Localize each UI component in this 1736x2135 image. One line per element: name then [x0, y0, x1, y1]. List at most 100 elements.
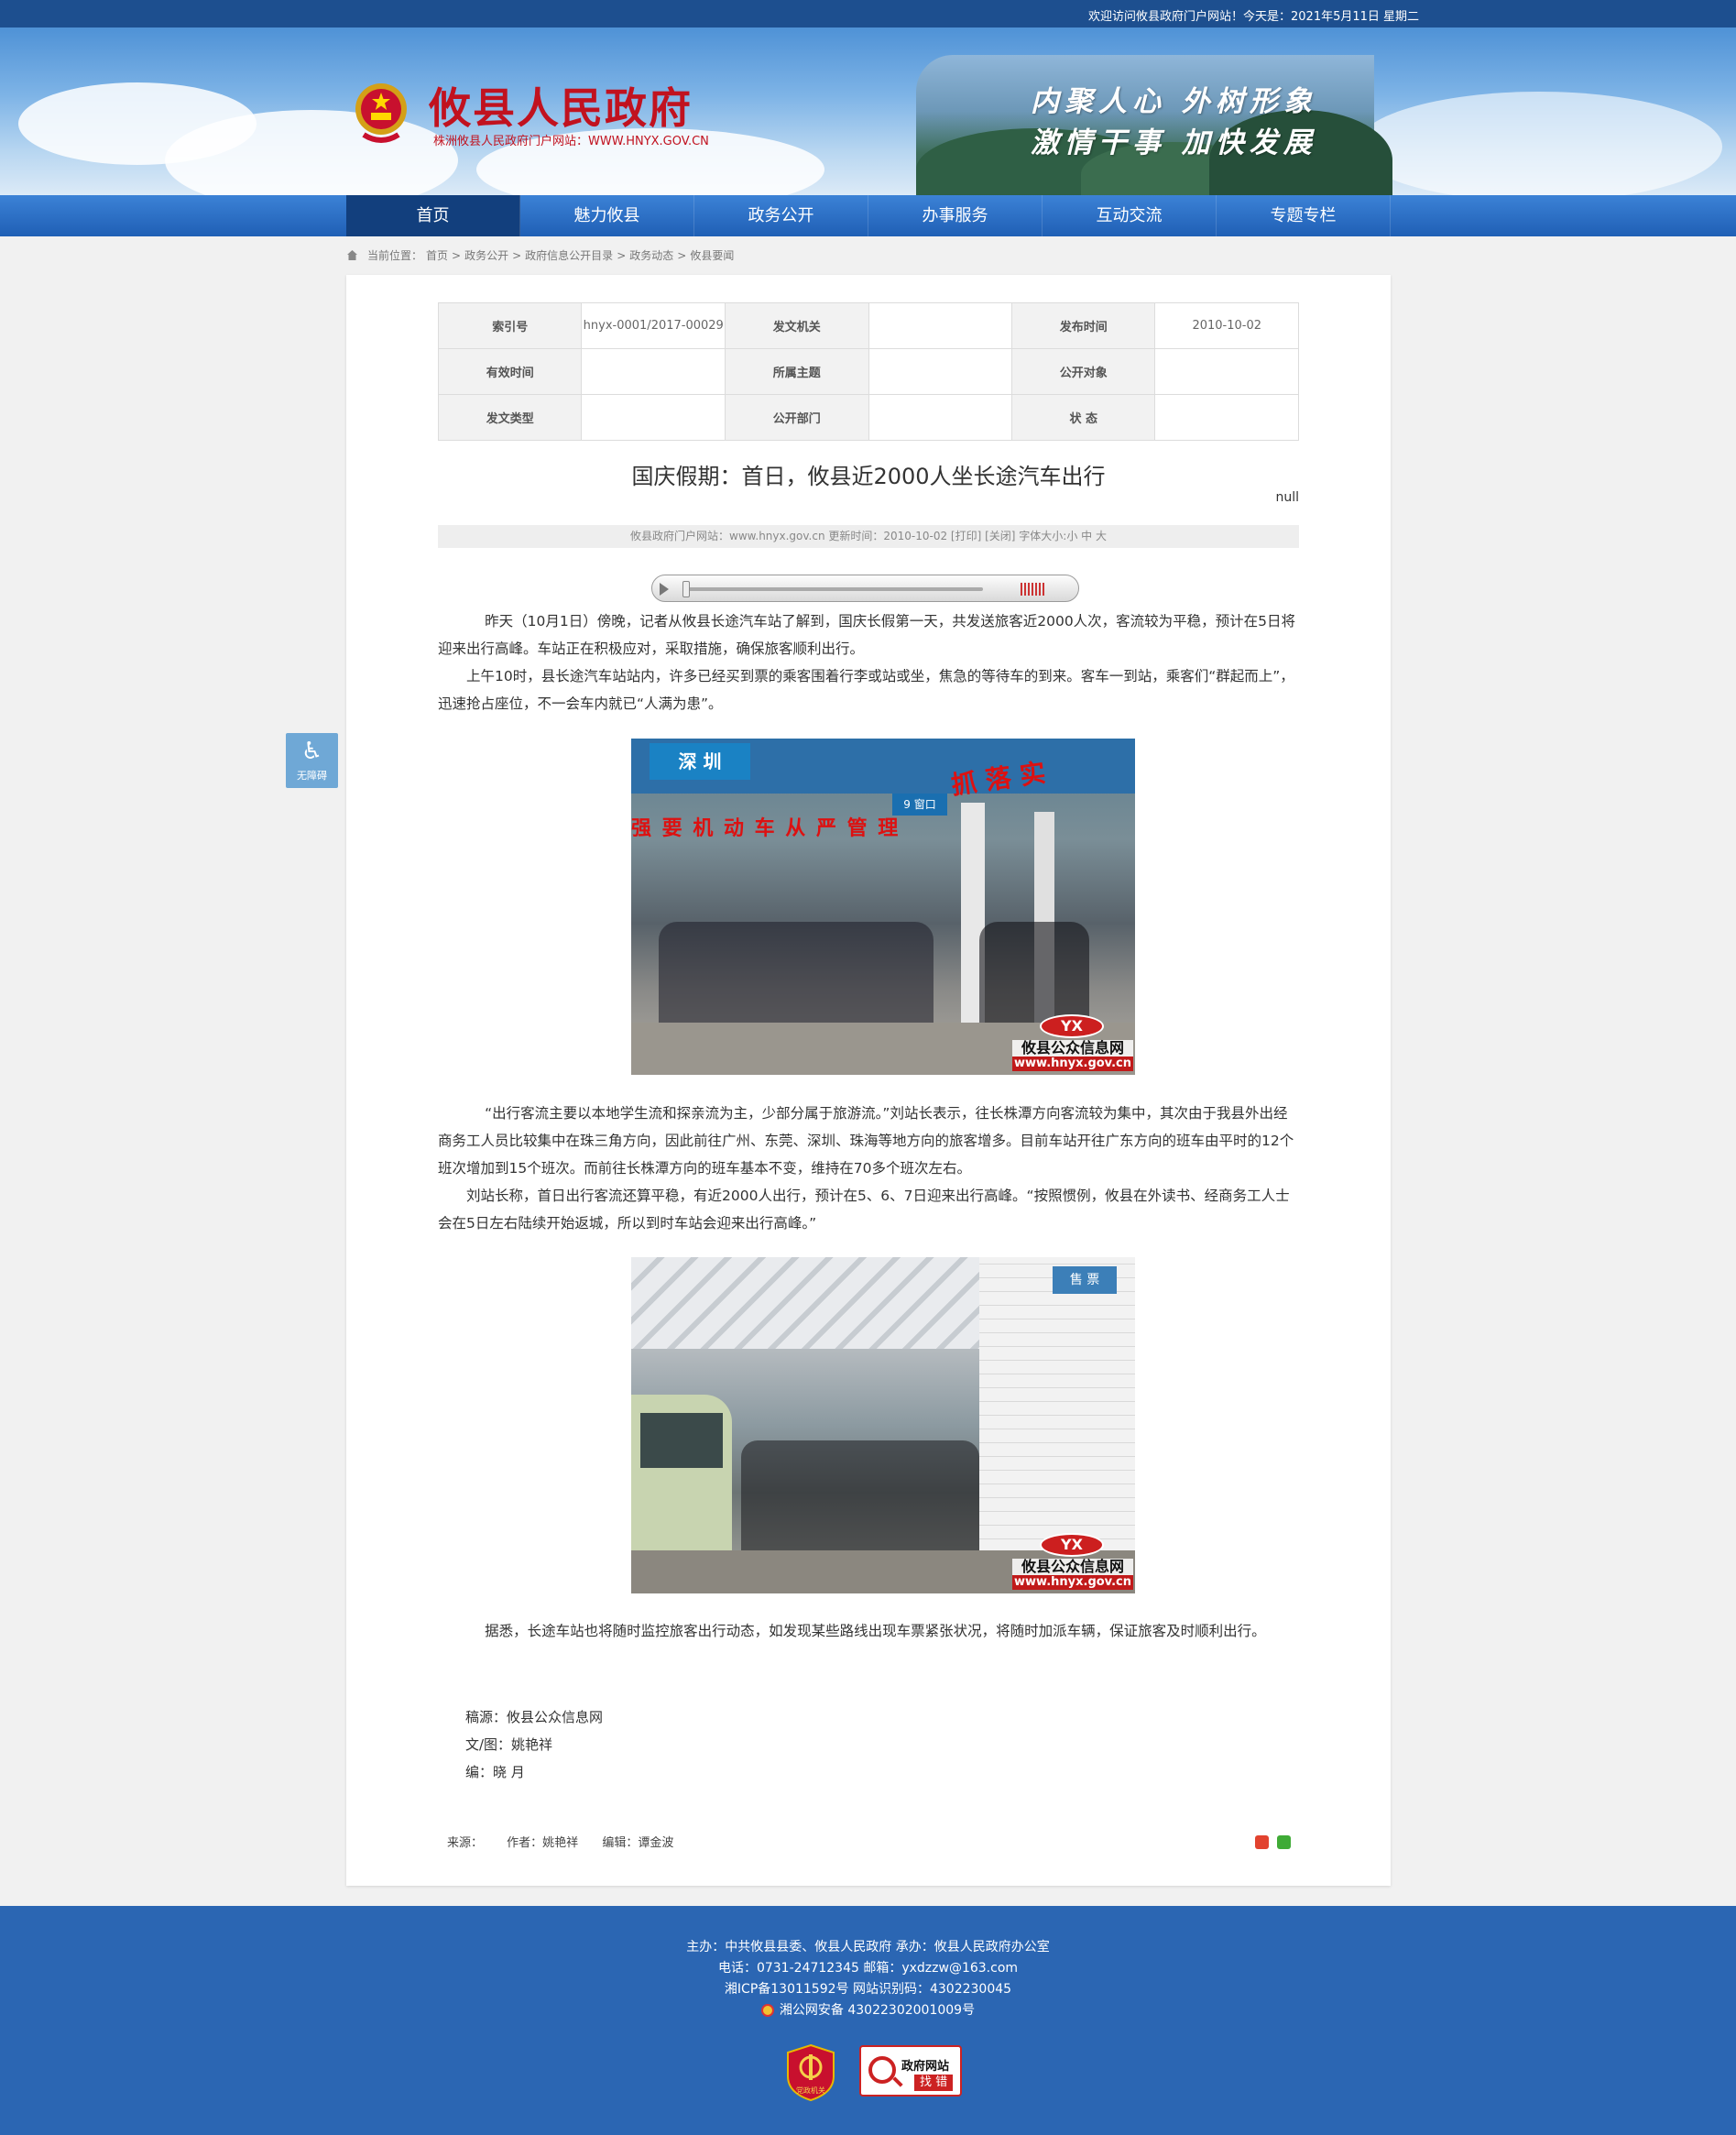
national-emblem-icon: [355, 83, 407, 143]
table-row: 发文类型 公开部门 状 态: [437, 394, 1299, 441]
watermark-name: 攸县公众信息网: [1012, 1040, 1133, 1057]
meta-value: [868, 348, 1012, 395]
destination-sign: 深 圳: [650, 743, 750, 780]
nav-item-interaction[interactable]: 互动交流: [1043, 195, 1217, 236]
article-photo: 深 圳 抓 落 实 强 要 机 动 车 从 严 管 理 9 窗口 YX 攸县公众…: [631, 739, 1135, 1075]
magnifier-icon: [868, 2056, 896, 2084]
meta-label: 索引号: [437, 302, 583, 349]
footer-icp[interactable]: 湘ICP备13011592号 网站识别码：4302230045: [0, 1979, 1736, 1998]
site-url: 株洲攸县人民政府门户网站：WWW.HNYX.GOV.CN: [433, 135, 709, 148]
article-info-bar[interactable]: 攸县政府门户网站：www.hnyx.gov.cn 更新时间：2010-10-02…: [438, 525, 1299, 548]
meta-label: 发文类型: [437, 394, 583, 441]
bus-window-shape: [640, 1413, 723, 1468]
meta-value: [868, 302, 1012, 349]
footer-contact: 电话：0731-24712345 邮箱：yxdzzw@163.com: [717, 1961, 1019, 1976]
article-subtitle: null: [1275, 490, 1299, 505]
party-agency-badge[interactable]: 党政机关: [786, 2043, 835, 2102]
nav-item-topics[interactable]: 专题专栏: [1217, 195, 1391, 236]
nav-item-charm[interactable]: 魅力攸县: [520, 195, 694, 236]
source-label: 来源：: [447, 1836, 484, 1850]
home-icon: [347, 250, 357, 260]
main-nav: 首页 魅力攸县 政务公开 办事服务 互动交流 专题专栏: [0, 195, 1736, 236]
wall-slogan: 强 要 机 动 车 从 严 管 理: [631, 817, 901, 840]
article-paragraph: 据悉，长途车站也将随时监控旅客出行动态，如发现某些路线出现车票紧张状况，将随时加…: [485, 1623, 1266, 1639]
police-record-text: 湘公网安备 43022302001009号: [779, 2003, 976, 2018]
article-paragraph: 上午10时，县长途汽车站站内，许多已经买到票的乘客围着行李或站或坐，焦急的等待车…: [438, 668, 1294, 712]
breadcrumb-link[interactable]: 攸县要闻: [690, 247, 734, 263]
breadcrumb-link[interactable]: 政府信息公开目录: [525, 247, 613, 263]
volume-icon[interactable]: [1021, 583, 1046, 596]
footer-sponsor: 主办：中共攸县县委、攸县人民政府 承办：攸县人民政府办公室: [686, 1940, 1050, 1954]
document-meta-table: 索引号 hnyx-0001/2017-00029 发文机关 发布时间 2010-…: [437, 302, 1299, 441]
photo-watermark: YX 攸县公众信息网 www.hnyx.gov.cn: [1012, 1013, 1133, 1073]
breadcrumb-separator: >: [512, 248, 522, 262]
progress-handle[interactable]: [682, 581, 690, 597]
table-row: 索引号 hnyx-0001/2017-00029 发文机关 发布时间 2010-…: [437, 302, 1299, 349]
breadcrumb-separator: >: [617, 248, 627, 262]
nav-item-gov-affairs[interactable]: 政务公开: [694, 195, 868, 236]
badge-label: 党政机关: [796, 2086, 825, 2095]
meta-label: 发布时间: [1010, 302, 1156, 349]
watermark-url: www.hnyx.gov.cn: [1012, 1575, 1133, 1590]
meta-label: 状 态: [1010, 394, 1156, 441]
meta-value: [1154, 348, 1299, 395]
article-photo: 售 票 YX 攸县公众信息网 www.hnyx.gov.cn: [631, 1257, 1135, 1593]
author-label: 作者：姚艳祥: [507, 1836, 579, 1850]
meta-label: 公开部门: [725, 394, 869, 441]
article-paragraph: 昨天（10月1日）傍晚，记者从攸县长途汽车站了解到，国庆长假第一天，共发送旅客近…: [438, 613, 1296, 657]
article-footer-meta: 来源： 作者：姚艳祥 编辑：谭金波: [447, 1833, 693, 1850]
breadcrumb-separator: >: [677, 248, 687, 262]
findbug-title: 政府网站: [901, 2060, 950, 2074]
article-credit: 编：晓 月: [465, 1764, 525, 1780]
watermark-name: 攸县公众信息网: [1012, 1559, 1133, 1575]
top-bar: 欢迎访问攸县政府门户网站！今天是：2021年5月11日 星期二: [0, 0, 1736, 27]
cloud-decoration: [1356, 92, 1722, 195]
audio-player[interactable]: [651, 575, 1079, 602]
editor-label: 编辑：谭金波: [602, 1836, 674, 1850]
meta-value: [1154, 394, 1299, 441]
breadcrumb-link[interactable]: 政务动态: [629, 247, 673, 263]
article-paragraph: “出行客流主要以本地学生流和探亲流为主，少部分属于旅游流。”刘站长表示，往长株潭…: [438, 1105, 1294, 1177]
wheelchair-icon: ♿: [300, 738, 323, 765]
article-title: 国庆假期：首日，攸县近2000人坐长途汽车出行: [631, 464, 1106, 489]
police-badge-icon: [760, 2004, 774, 2017]
breadcrumb-link[interactable]: 首页: [426, 247, 448, 263]
accessibility-label: 无障碍: [297, 770, 327, 782]
article-credit: 稿源：攸县公众信息网: [465, 1709, 604, 1725]
ticket-sign: 售 票: [1053, 1266, 1117, 1294]
play-icon[interactable]: [660, 583, 669, 596]
accessibility-button[interactable]: ♿ 无障碍: [286, 733, 338, 788]
breadcrumb: 当前位置： 首页 > 政务公开 > 政府信息公开目录 > 政务动态 > 攸县要闻: [346, 247, 734, 263]
article-container: 索引号 hnyx-0001/2017-00029 发文机关 发布时间 2010-…: [346, 275, 1391, 1886]
watermark-logo: YX: [1040, 1533, 1104, 1557]
meta-value: hnyx-0001/2017-00029: [581, 302, 726, 349]
gov-site-findbug-badge[interactable]: 政府网站 找 错: [859, 2045, 962, 2097]
progress-track[interactable]: [685, 587, 983, 591]
gate-sign: 9 窗口: [892, 794, 947, 816]
watermark-url: www.hnyx.gov.cn: [1012, 1057, 1133, 1071]
header-banner: 攸县人民政府 株洲攸县人民政府门户网站：WWW.HNYX.GOV.CN 内聚人心…: [0, 27, 1736, 195]
wechat-share-icon[interactable]: [1277, 1835, 1291, 1849]
footer-police-record[interactable]: 湘公网安备 43022302001009号: [0, 2000, 1736, 2019]
table-row: 有效时间 所属主题 公开对象: [437, 348, 1299, 395]
nav-item-home[interactable]: 首页: [346, 195, 520, 236]
site-title[interactable]: 攸县人民政府: [429, 75, 693, 136]
meta-label: 公开对象: [1010, 348, 1156, 395]
nav-item-services[interactable]: 办事服务: [868, 195, 1043, 236]
meta-label: 有效时间: [437, 348, 583, 395]
article-paragraph: 刘站长称，首日出行客流还算平稳，有近2000人出行，预计在5、6、7日迎来出行高…: [438, 1188, 1290, 1232]
meta-value: [581, 348, 726, 395]
findbug-action: 找 错: [914, 2075, 954, 2091]
meta-label: 所属主题: [725, 348, 869, 395]
weibo-share-icon[interactable]: [1255, 1835, 1269, 1849]
article-credit: 文/图：姚艳祥: [465, 1736, 553, 1753]
slogan-line-2: 激情干事 加快发展: [1031, 126, 1317, 159]
welcome-text: 欢迎访问攸县政府门户网站！今天是：2021年5月11日 星期二: [1088, 10, 1420, 24]
breadcrumb-link[interactable]: 政务公开: [464, 247, 508, 263]
breadcrumb-separator: >: [452, 248, 462, 262]
meta-value: [581, 394, 726, 441]
photo-watermark: YX 攸县公众信息网 www.hnyx.gov.cn: [1012, 1531, 1133, 1592]
crowd-shape: [741, 1440, 979, 1550]
watermark-logo: YX: [1040, 1014, 1104, 1038]
meta-value: [868, 394, 1012, 441]
